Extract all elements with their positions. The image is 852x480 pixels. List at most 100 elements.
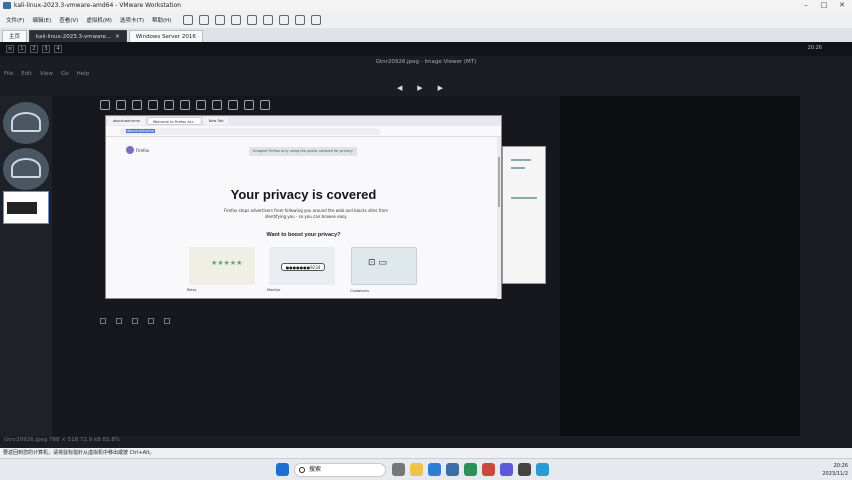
console-view-icon[interactable] [295, 14, 306, 25]
tab-home-label: 主页 [9, 33, 21, 40]
scrollbar-thumb[interactable] [498, 157, 500, 207]
firefox-brand-label: Firefox [136, 147, 150, 153]
image-right-area [560, 96, 800, 436]
tool-icon [228, 100, 238, 110]
background-window [502, 146, 546, 284]
text-line [511, 159, 531, 161]
image-viewer-title: Gtnr20926.jpeg - Image Viewer (MT) [0, 56, 852, 68]
vmware-menubar: 文件(F) 编辑(E) 查看(V) 虚拟机(M) 选项卡(T) 帮助(H) [0, 11, 852, 28]
windows-taskbar: 搜索 20:26 2023/11/2 [0, 458, 852, 480]
iv-menu-go[interactable]: Go [61, 71, 69, 77]
iv-menu-help[interactable]: Help [77, 71, 90, 77]
search-box[interactable]: 搜索 [294, 463, 386, 477]
workspace-1[interactable]: 1 [18, 45, 26, 53]
unity-icon[interactable] [279, 14, 290, 25]
workspace-2[interactable]: 2 [30, 45, 38, 53]
iv-menu-edit[interactable]: Edit [21, 71, 32, 77]
app-icon[interactable] [482, 463, 495, 476]
privacy-subtext: Firefox stops advertisers from following… [223, 208, 388, 219]
workspace-4[interactable]: 4 [54, 45, 62, 53]
fullscreen-icon[interactable] [164, 318, 170, 324]
thumbnail-2[interactable] [3, 148, 49, 190]
kali-panel: ≡ 1 2 3 4 20:26 [0, 42, 852, 56]
file-explorer-icon[interactable] [410, 463, 423, 476]
ff-tab-1[interactable]: about:welcome [108, 117, 145, 125]
slideshow-button[interactable]: ▶ [417, 84, 422, 96]
app-icon[interactable] [518, 463, 531, 476]
start-icon[interactable] [276, 463, 289, 476]
firefox-navbar: about:welcome [106, 126, 501, 137]
containers-illustration-icon: ⊡ ▭ [368, 258, 387, 268]
containers-card[interactable]: ⊡ ▭ Containers [350, 247, 417, 293]
menu-help[interactable]: 帮助(H) [148, 16, 175, 24]
image-status: Gtnr20926.jpeg 768 × 518 72.9 kB 82.8% [4, 437, 121, 443]
tab-home[interactable]: 主页 [2, 30, 28, 42]
app-icon[interactable] [500, 463, 513, 476]
menu-vm[interactable]: 虚拟机(M) [82, 16, 116, 24]
notice-banner: Imagine Firefox only using the public ne… [249, 147, 357, 156]
vmware-taskbar-icon[interactable] [446, 463, 459, 476]
menu-view[interactable]: 查看(V) [55, 16, 82, 24]
tab-windows-server[interactable]: Windows Server 2016 [128, 30, 203, 42]
relay-label: Relay [187, 288, 197, 292]
url-text: about:welcome [126, 128, 155, 133]
zoom-out-icon[interactable] [100, 318, 106, 324]
thumbnail-3[interactable] [3, 191, 49, 224]
send-keys-icon[interactable] [199, 14, 210, 25]
url-input[interactable]: about:welcome [120, 127, 380, 135]
menu-edit[interactable]: 编辑(E) [28, 16, 55, 24]
search-placeholder: 搜索 [309, 466, 322, 473]
tool-icon [180, 100, 190, 110]
ff-tab-3[interactable]: New Tab [203, 117, 229, 125]
fullscreen-icon[interactable] [263, 14, 274, 25]
tool-icon [116, 100, 126, 110]
edge-icon[interactable] [428, 463, 441, 476]
relay-card[interactable]: ★★★★★ Relay [187, 247, 255, 292]
next-image-button[interactable]: ▶ [438, 84, 443, 96]
minimize-button[interactable]: – [798, 0, 814, 11]
tool-icon [100, 100, 110, 110]
screenshot-toolbar [100, 98, 300, 112]
zoom-in-icon[interactable] [116, 318, 122, 324]
boost-heading: Want to boost your privacy? [266, 232, 341, 238]
revert-snapshot-icon[interactable] [231, 14, 242, 25]
iv-menu-view[interactable]: View [40, 71, 53, 77]
vmware-hint-bar: 要返回到您的计算机，请将鼠标指针从虚拟机中移出或按 Ctrl+Alt。 [0, 448, 852, 458]
iv-menu-file[interactable]: File [4, 71, 13, 77]
stretch-icon[interactable] [311, 14, 322, 25]
firefox-logo-icon [126, 146, 134, 154]
tab-kali[interactable]: kali-linux-2023.3-vmware... ✕ [29, 30, 127, 42]
privacy-heading: Your privacy is covered [230, 187, 377, 202]
app-icon[interactable] [464, 463, 477, 476]
ff-tab-2[interactable]: Welcome to Firefox Acc.. [146, 117, 202, 125]
pause-icon[interactable] [183, 14, 194, 25]
tool-icon [132, 100, 142, 110]
thumbnail-1[interactable] [3, 102, 49, 144]
close-tab-icon[interactable]: ✕ [115, 31, 120, 43]
image-viewer-menubar: File Edit View Go Help [0, 68, 852, 79]
snapshot-icon[interactable] [215, 14, 226, 25]
rotate-icon[interactable] [132, 318, 138, 324]
scrollbar[interactable] [497, 137, 501, 299]
menu-file[interactable]: 文件(F) [2, 16, 28, 24]
system-tray[interactable]: 20:26 2023/11/2 [822, 462, 848, 478]
monitor-card[interactable]: ●●●●●●●9234 Monitor [267, 247, 335, 292]
snapshot-manager-icon[interactable] [247, 14, 258, 25]
fit-icon[interactable] [148, 318, 154, 324]
maximize-button[interactable]: □ [816, 0, 832, 11]
task-view-icon[interactable] [392, 463, 405, 476]
app-icon[interactable] [536, 463, 549, 476]
kali-menu-icon[interactable]: ≡ [6, 45, 14, 53]
firefox-brand: Firefox [126, 146, 149, 154]
panel-clock: 20:26 [807, 45, 822, 51]
close-button[interactable]: ✕ [834, 0, 850, 11]
vmware-logo-icon [3, 2, 11, 9]
menu-tabs[interactable]: 选项卡(T) [116, 16, 148, 24]
window-title: kali-linux-2023.3-vmware-amd64 - VMware … [14, 2, 181, 9]
workspace-3[interactable]: 3 [42, 45, 50, 53]
tool-icon [164, 100, 174, 110]
thumbnail-strip [0, 96, 52, 436]
tab-kali-label: kali-linux-2023.3-vmware... [36, 33, 112, 40]
prev-image-button[interactable]: ◀ [397, 84, 402, 96]
vmware-tabbar: 主页 kali-linux-2023.3-vmware... ✕ Windows … [0, 28, 852, 42]
